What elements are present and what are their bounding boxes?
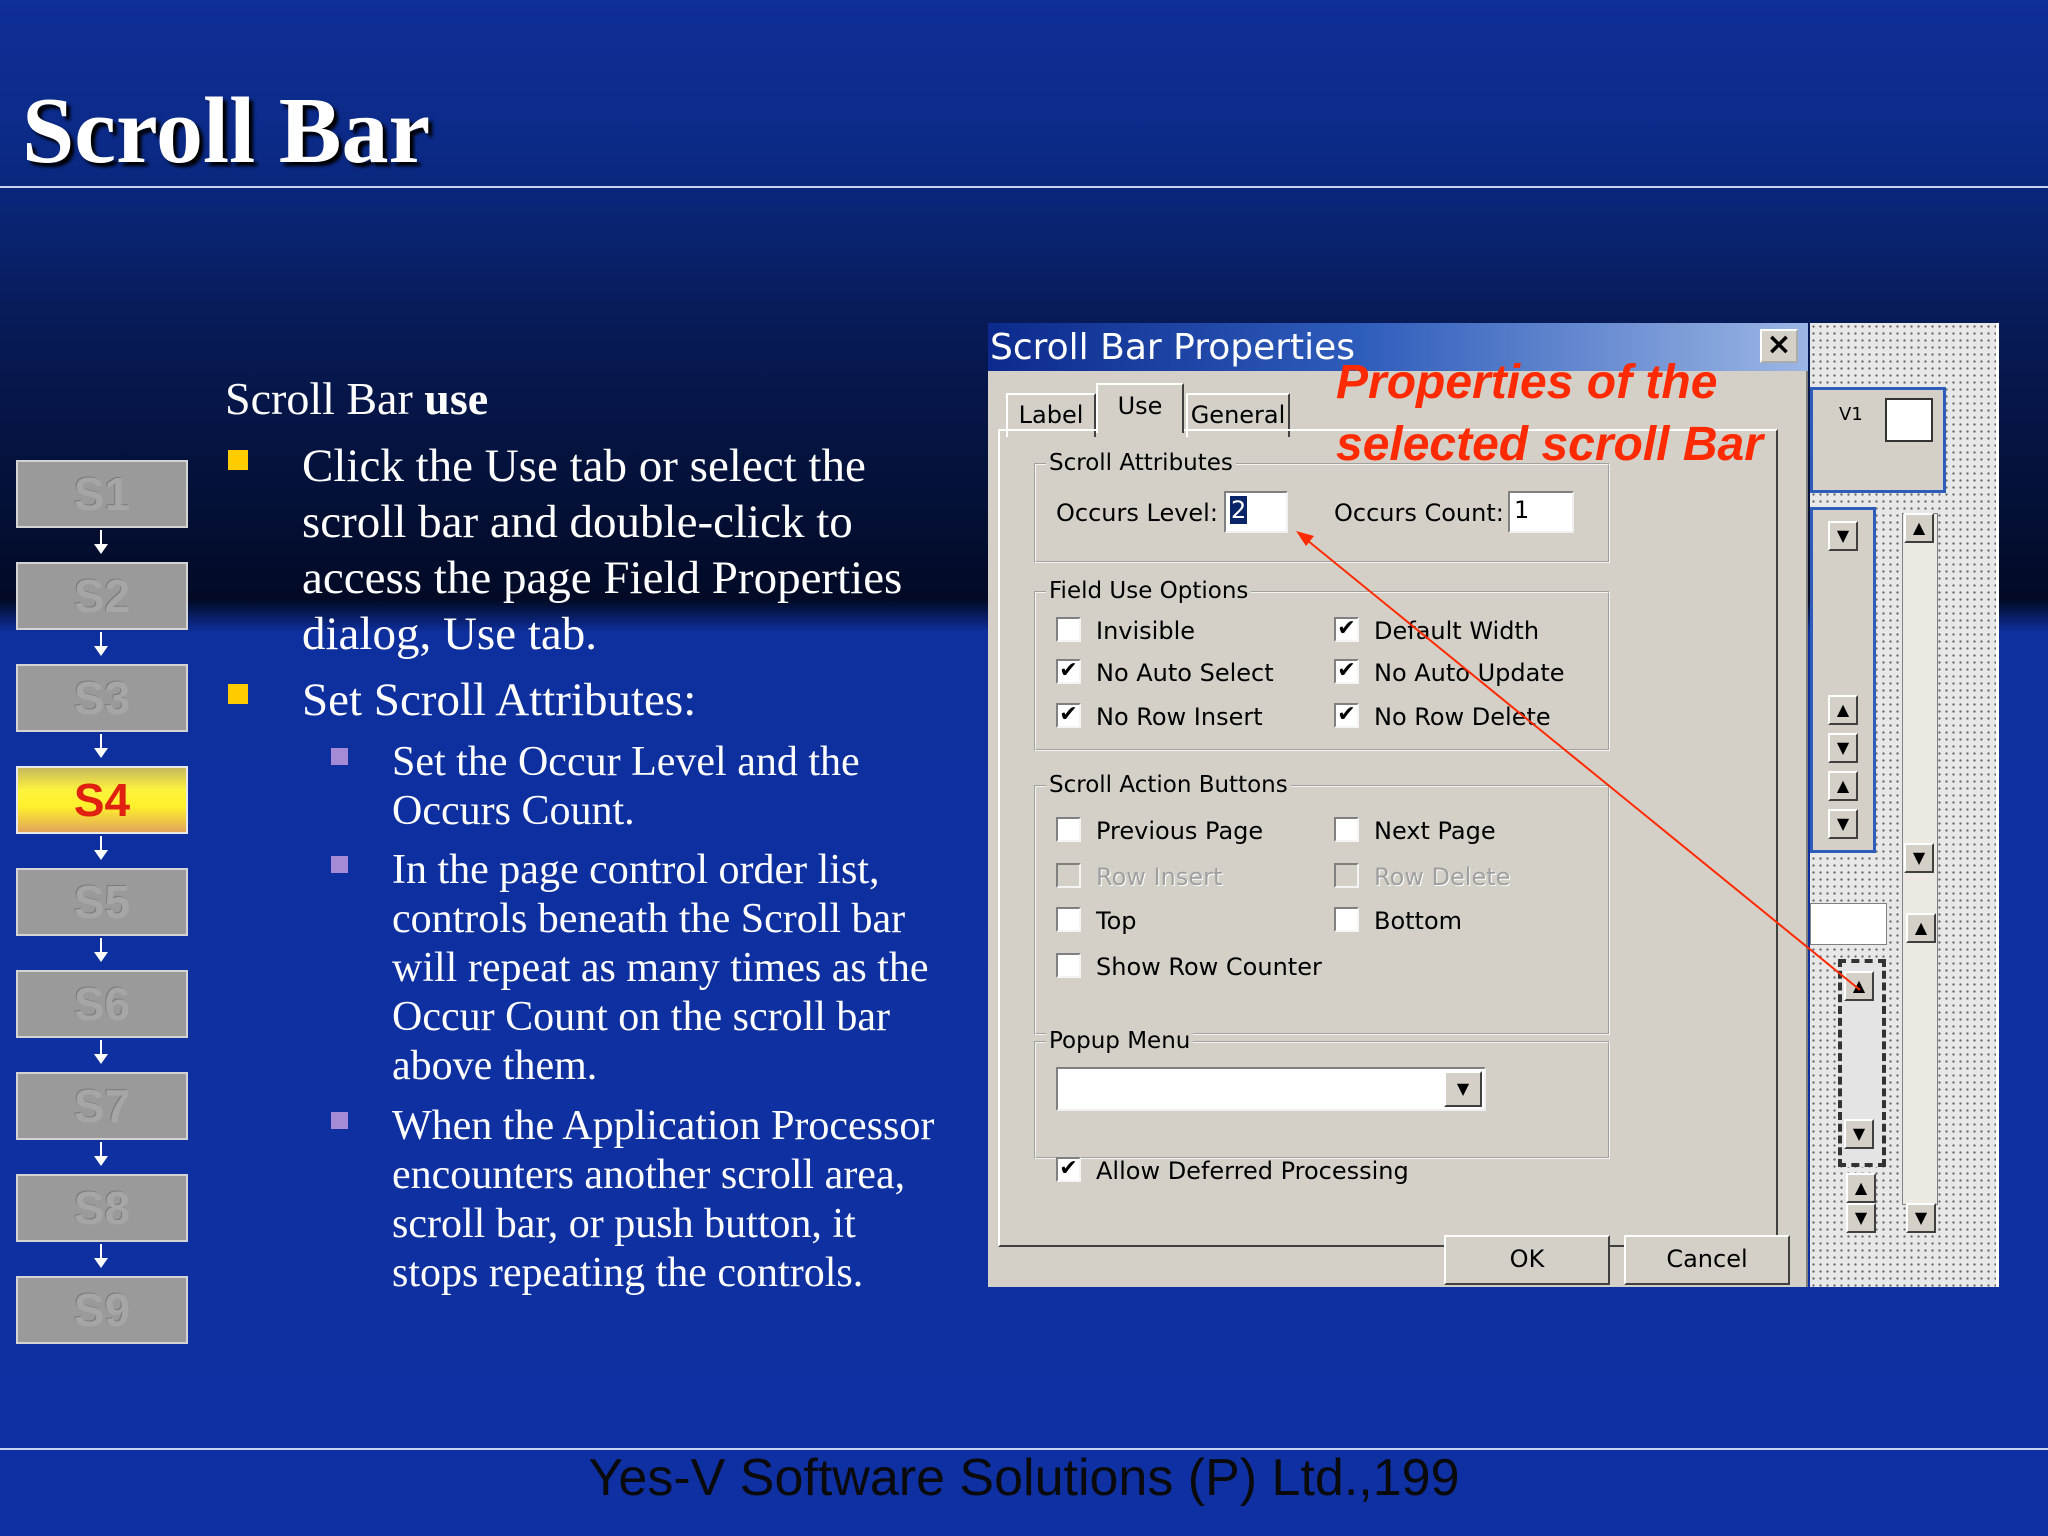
footer-text: Yes-V Software Solutions (P) Ltd.,199	[588, 1449, 1460, 1507]
annotation-arrow	[1296, 531, 1861, 991]
tab-use[interactable]: Use	[1096, 383, 1184, 433]
